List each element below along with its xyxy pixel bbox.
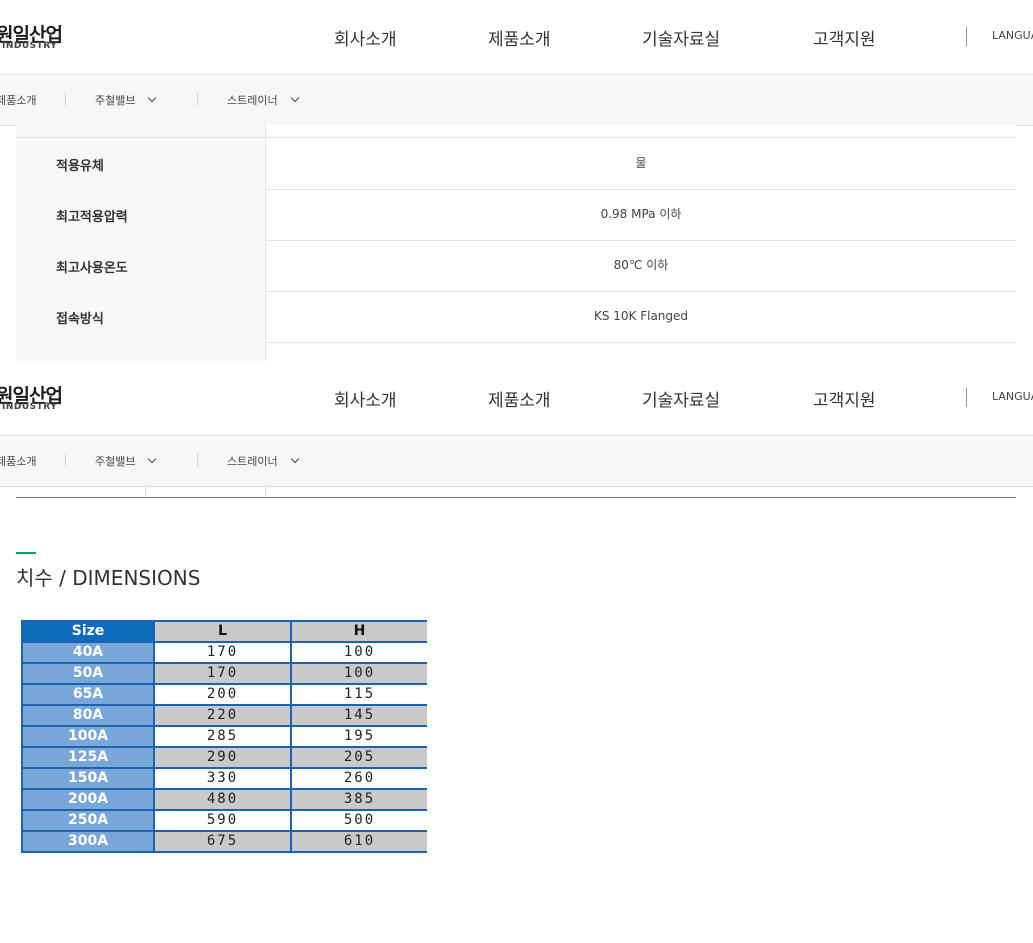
breadcrumb-category-dropdown[interactable]: 주철밸브 <box>95 453 157 469</box>
l-value-cell: 170 <box>153 662 292 685</box>
l-value-cell: 200 <box>153 683 292 706</box>
nav-divider <box>966 388 967 407</box>
table-row: 125A 290 205 <box>21 746 427 769</box>
breadcrumb-home[interactable]: 제품소개 <box>0 92 36 108</box>
breadcrumb-home[interactable]: 제품소개 <box>0 453 36 469</box>
sub-navigation: 제품소개 주철밸브 스트레이너 <box>0 75 1033 126</box>
l-value-cell: 480 <box>153 788 292 811</box>
h-value-cell: 260 <box>290 767 427 790</box>
spec-label: 접속방식 <box>56 312 104 327</box>
column-header-l: L <box>153 620 292 643</box>
table-row: 100A 285 195 <box>21 725 427 748</box>
breadcrumb-category-label: 주철밸브 <box>95 94 136 107</box>
table-row: 65A 200 115 <box>21 683 427 706</box>
column-header-size: Size <box>21 620 155 643</box>
spec-value: KS 10K Flanged <box>593 309 689 323</box>
h-value-cell: 115 <box>290 683 427 706</box>
nav-products[interactable]: 제품소개 <box>488 25 551 50</box>
size-cell: 150A <box>21 767 155 790</box>
table-row: 200A 480 385 <box>21 788 427 811</box>
spec-value: 물 <box>635 156 647 170</box>
l-value-cell: 675 <box>153 830 292 853</box>
h-value-cell: 195 <box>290 725 427 748</box>
breadcrumb-divider <box>65 453 66 467</box>
size-cell: 250A <box>21 809 155 832</box>
table-header-row: Size L H <box>21 620 427 643</box>
spec-label: 최고사용온도 <box>56 261 128 276</box>
breadcrumb-divider <box>197 453 198 467</box>
nav-tech-data[interactable]: 기술자료실 <box>642 25 720 50</box>
spec-value: 0.98 MPa 이하 <box>600 207 682 221</box>
breadcrumb-product-label: 스트레이너 <box>227 94 278 107</box>
spec-row: 적용유체 물 <box>16 138 1016 190</box>
h-value-cell: 610 <box>290 830 427 853</box>
size-cell: 300A <box>21 830 155 853</box>
breadcrumb-product-dropdown[interactable]: 스트레이너 <box>227 453 299 469</box>
l-value-cell: 220 <box>153 704 292 727</box>
table-row: 150A 330 260 <box>21 767 427 790</box>
logo-subtitle: INDUSTRY <box>2 402 58 412</box>
l-value-cell: 590 <box>153 809 292 832</box>
nav-company[interactable]: 회사소개 <box>334 25 397 50</box>
spec-label: 적용유체 <box>56 159 104 174</box>
breadcrumb-divider <box>65 92 66 106</box>
breadcrumb-product-label: 스트레이너 <box>227 455 278 468</box>
chevron-down-icon <box>148 93 157 103</box>
table-row: 80A 220 145 <box>21 704 427 727</box>
spec-table-continuation <box>16 342 266 361</box>
chevron-down-icon <box>148 454 157 464</box>
spec-value: 80℃ 이하 <box>613 258 669 272</box>
spec-label: 최고적용압력 <box>56 210 128 225</box>
section-title: 치수 / DIMENSIONS <box>16 566 201 590</box>
size-cell: 65A <box>21 683 155 706</box>
h-value-cell: 145 <box>290 704 427 727</box>
nav-support[interactable]: 고객지원 <box>813 386 876 411</box>
table-bottom-edge <box>16 486 1016 498</box>
breadcrumb-product-dropdown[interactable]: 스트레이너 <box>227 92 299 108</box>
h-value-cell: 385 <box>290 788 427 811</box>
size-cell: 40A <box>21 641 155 664</box>
breadcrumb-divider <box>197 92 198 106</box>
table-row: 40A 170 100 <box>21 641 427 664</box>
spec-row: 최고사용온도 80℃ 이하 <box>16 240 1016 292</box>
breadcrumb-category-dropdown[interactable]: 주철밸브 <box>95 92 157 108</box>
h-value-cell: 100 <box>290 662 427 685</box>
section-accent-bar <box>16 552 36 554</box>
size-cell: 50A <box>21 662 155 685</box>
spec-row: 최고적용압력 0.98 MPa 이하 <box>16 189 1016 241</box>
size-cell: 80A <box>21 704 155 727</box>
dimensions-table: Size L H 40A 170 100 50A 170 100 65A 200 115 80A 2… <box>21 620 427 853</box>
nav-company[interactable]: 회사소개 <box>334 386 397 411</box>
size-cell: 200A <box>21 788 155 811</box>
table-row: 50A 170 100 <box>21 662 427 685</box>
chevron-down-icon <box>290 93 299 103</box>
spec-row: 접속방식 KS 10K Flanged <box>16 291 1016 343</box>
spec-table-top <box>16 125 1016 138</box>
table-row: 300A 675 610 <box>21 830 427 853</box>
language-selector[interactable]: LANGUA <box>992 29 1033 42</box>
sticky-header: 원일산업 INDUSTRY 회사소개 제품소개 기술자료실 고객지원 LANGU… <box>0 361 1033 436</box>
nav-products[interactable]: 제품소개 <box>488 386 551 411</box>
l-value-cell: 170 <box>153 641 292 664</box>
site-header: 원일산업 INDUSTRY 회사소개 제품소개 기술자료실 고객지원 LANGU… <box>0 0 1033 75</box>
spec-table: 적용유체 물 최고적용압력 0.98 MPa 이하 최고사용온도 80℃ 이하 … <box>16 125 1016 361</box>
h-value-cell: 500 <box>290 809 427 832</box>
l-value-cell: 285 <box>153 725 292 748</box>
chevron-down-icon <box>290 454 299 464</box>
logo-subtitle: INDUSTRY <box>2 41 58 51</box>
size-cell: 125A <box>21 746 155 769</box>
l-value-cell: 330 <box>153 767 292 790</box>
nav-divider <box>966 27 967 46</box>
breadcrumb-category-label: 주철밸브 <box>95 455 136 468</box>
language-selector[interactable]: LANGUA <box>992 390 1033 403</box>
l-value-cell: 290 <box>153 746 292 769</box>
table-row: 250A 590 500 <box>21 809 427 832</box>
size-cell: 100A <box>21 725 155 748</box>
sticky-sub-navigation: 제품소개 주철밸브 스트레이너 <box>0 436 1033 487</box>
nav-tech-data[interactable]: 기술자료실 <box>642 386 720 411</box>
h-value-cell: 100 <box>290 641 427 664</box>
column-header-h: H <box>290 620 427 643</box>
h-value-cell: 205 <box>290 746 427 769</box>
nav-support[interactable]: 고객지원 <box>813 25 876 50</box>
